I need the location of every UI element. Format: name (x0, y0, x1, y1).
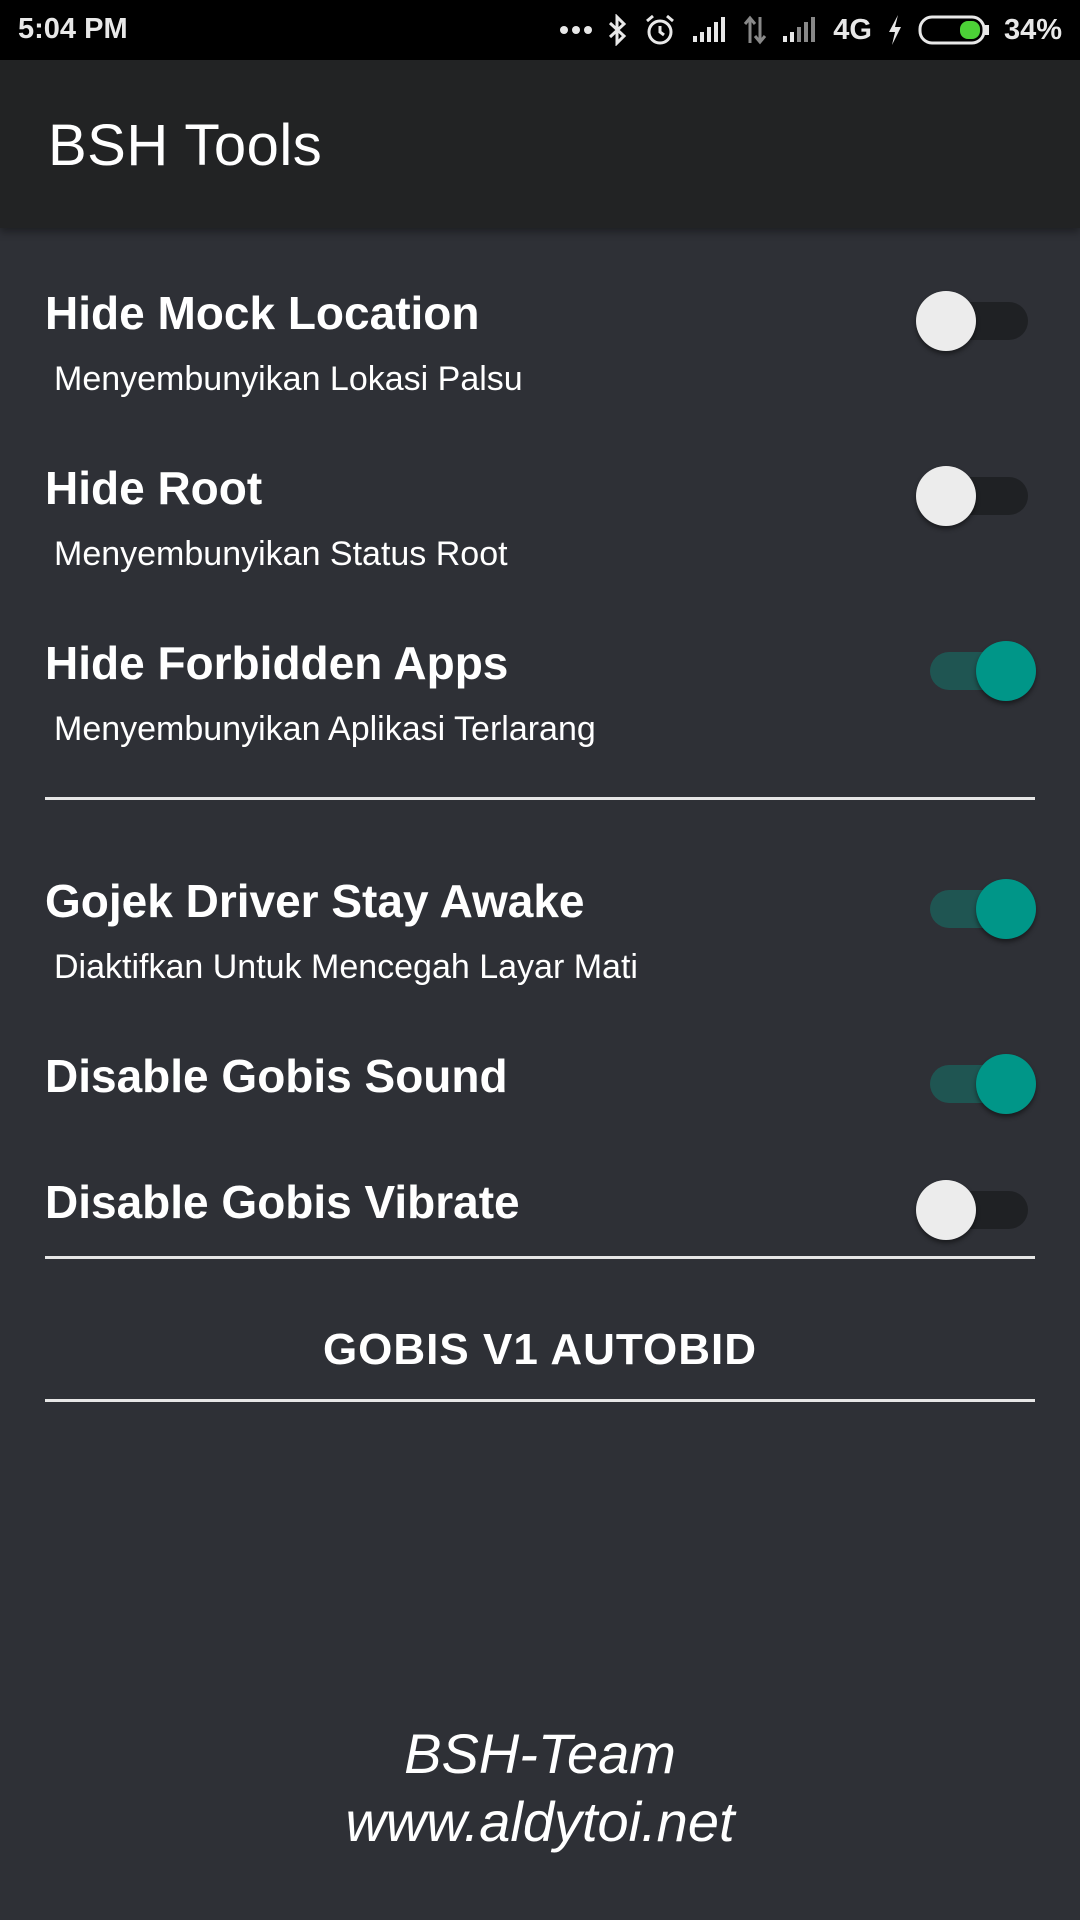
divider (45, 797, 1035, 800)
setting-title: Hide Root (45, 462, 263, 514)
setting-subtitle: Diaktifkan Untuk Mencegah Layar Mati (54, 948, 638, 986)
setting-title: Hide Mock Location (45, 287, 480, 339)
setting-subtitle: Menyembunyikan Lokasi Palsu (54, 360, 523, 398)
signal-icon-2 (781, 16, 819, 44)
gobis-autobid-button[interactable]: GOBIS V1 AUTOBID (45, 1300, 1035, 1400)
setting-title: Disable Gobis Vibrate (45, 1176, 520, 1228)
battery-icon (918, 14, 990, 46)
divider (45, 1256, 1035, 1259)
divider (45, 1399, 1035, 1402)
switch-thumb (916, 466, 976, 526)
footer-team: BSH-Team (404, 1722, 676, 1785)
disable-gobis-vibrate-switch[interactable] (916, 1171, 1036, 1240)
battery-percent: 34% (1003, 13, 1062, 46)
switch-thumb (916, 291, 976, 351)
setting-subtitle: Menyembunyikan Status Root (54, 535, 508, 573)
footer-website: www.aldytoi.net (345, 1790, 735, 1853)
disable-gobis-sound-switch[interactable] (916, 1045, 1036, 1114)
charging-icon (886, 14, 904, 46)
app-title: BSH Tools (48, 113, 323, 178)
network-type: 4G (833, 13, 872, 46)
status-time: 5:04 PM (18, 13, 128, 45)
signal-icon (691, 16, 729, 44)
switch-thumb (976, 879, 1036, 939)
more-dots-icon (559, 25, 593, 35)
status-bar: 5:04 PM 4G 34% (0, 0, 1080, 60)
alarm-icon (643, 13, 677, 47)
hide-forbidden-apps-switch[interactable] (916, 632, 1036, 701)
switch-thumb (976, 641, 1036, 701)
switch-thumb (916, 1180, 976, 1240)
bluetooth-icon (607, 14, 629, 46)
status-icons: 4G 34% (559, 8, 1062, 52)
switch-thumb (976, 1054, 1036, 1114)
hide-root-switch[interactable] (916, 457, 1036, 526)
hide-mock-location-switch[interactable] (916, 282, 1036, 351)
app-bar: BSH Tools (0, 60, 1080, 228)
setting-title: Disable Gobis Sound (45, 1050, 508, 1102)
setting-title: Hide Forbidden Apps (45, 637, 509, 689)
data-arrows-icon (743, 15, 767, 45)
gojek-stay-awake-switch[interactable] (916, 870, 1036, 939)
footer: BSH-Team www.aldytoi.net (0, 1720, 1080, 1856)
setting-title: Gojek Driver Stay Awake (45, 875, 585, 927)
setting-subtitle: Menyembunyikan Aplikasi Terlarang (54, 710, 596, 748)
screen: 5:04 PM 4G 34% BSH Tools Hide Mock Locat… (0, 0, 1080, 1920)
